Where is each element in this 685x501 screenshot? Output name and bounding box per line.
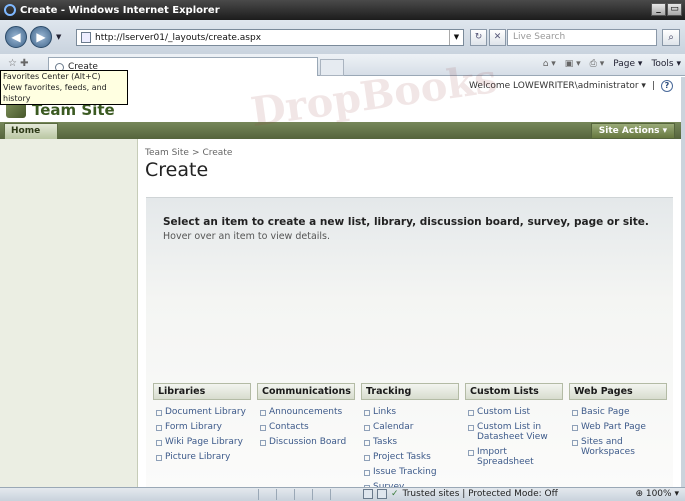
list-item[interactable]: Wiki Page Library — [153, 437, 251, 447]
address-field[interactable]: http://lserver01/_layouts/create.aspx ▼ — [76, 29, 464, 46]
favorites-tooltip: Favorites Center (Alt+C) View favorites,… — [0, 70, 128, 105]
protected-mode-icon — [377, 489, 387, 499]
address-url: http://lserver01/_layouts/create.aspx — [95, 32, 262, 43]
minimize-button[interactable]: _ — [651, 3, 666, 16]
breadcrumb-root[interactable]: Team Site — [145, 148, 189, 158]
list-item[interactable]: Form Library — [153, 422, 251, 432]
page-menu[interactable]: Page ▾ — [613, 59, 642, 69]
list-item[interactable]: Announcements — [257, 407, 355, 417]
list-item[interactable]: Project Tasks — [361, 452, 459, 462]
category-tracking: Tracking Links Calendar Tasks Project Ta… — [361, 383, 459, 497]
vertical-scrollbar[interactable] — [681, 77, 685, 487]
category-header: Web Pages — [569, 383, 667, 400]
list-item[interactable]: Sites and Workspaces — [569, 437, 667, 457]
restore-button[interactable]: ▭ — [667, 3, 682, 16]
category-communications: Communications Announcements Contacts Di… — [257, 383, 355, 497]
check-icon: ✓ — [391, 489, 399, 499]
welcome-separator: | — [651, 81, 655, 91]
category-web-pages: Web Pages Basic Page Web Part Page Sites… — [569, 383, 667, 497]
category-custom-lists: Custom Lists Custom List Custom List in … — [465, 383, 563, 497]
category-header: Libraries — [153, 383, 251, 400]
zoom-control[interactable]: ⊕ 100% ▾ — [635, 489, 679, 499]
zone-icon — [363, 489, 373, 499]
create-subheading: Hover over an item to view details. — [163, 231, 331, 242]
category-libraries: Libraries Document Library Form Library … — [153, 383, 251, 497]
security-zone-text[interactable]: Trusted sites | Protected Mode: Off — [403, 489, 558, 499]
refresh-icon[interactable]: ↻ — [470, 29, 487, 46]
sharepoint-page: Welcome LOWEWRITER\administrator ▾ | ? T… — [0, 77, 681, 492]
tooltip-line-2: View favorites, feeds, and history — [3, 83, 107, 103]
search-input[interactable]: Live Search — [507, 29, 657, 46]
category-columns: Libraries Document Library Form Library … — [153, 383, 668, 497]
list-item[interactable]: Tasks — [361, 437, 459, 447]
address-dropdown-icon[interactable]: ▼ — [449, 30, 463, 45]
address-bar-row: ◀ ▶ ▼ http://lserver01/_layouts/create.a… — [0, 20, 685, 54]
home-icon[interactable]: ⌂ ▾ — [543, 59, 556, 69]
breadcrumb-separator: > — [191, 148, 200, 158]
forward-button[interactable]: ▶ — [30, 26, 52, 48]
top-navigation: Home Site Actions ▾ — [0, 122, 681, 139]
list-item[interactable]: Picture Library — [153, 452, 251, 462]
tooltip-line-1: Favorites Center (Alt+C) — [3, 72, 101, 81]
zoom-level: 100% — [645, 489, 672, 499]
left-navigation — [0, 139, 138, 487]
breadcrumb: Team Site > Create — [145, 148, 232, 158]
create-panel: Select an item to create a new list, lib… — [146, 197, 673, 492]
category-header: Communications — [257, 383, 355, 400]
list-item[interactable]: Links — [361, 407, 459, 417]
feeds-icon[interactable]: ▣ ▾ — [565, 59, 581, 69]
site-actions-button[interactable]: Site Actions ▾ — [591, 123, 675, 139]
list-item[interactable]: Custom List — [465, 407, 563, 417]
search-icon[interactable]: ⌕ — [662, 29, 680, 46]
tools-menu[interactable]: Tools ▾ — [651, 59, 681, 69]
list-item[interactable]: Calendar — [361, 422, 459, 432]
status-cells — [258, 489, 348, 500]
print-icon[interactable]: ⎙ ▾ — [590, 59, 605, 69]
main-content: Team Site > Create Create Select an item t… — [138, 139, 681, 492]
zoom-dropdown-icon: ▾ — [674, 489, 679, 499]
list-item[interactable]: Discussion Board — [257, 437, 355, 447]
list-item[interactable]: Basic Page — [569, 407, 667, 417]
list-item[interactable]: Import Spreadsheet — [465, 447, 563, 467]
status-bar: ✓ Trusted sites | Protected Mode: Off ⊕ … — [0, 487, 685, 501]
back-button[interactable]: ◀ — [5, 26, 27, 48]
list-item[interactable]: Web Part Page — [569, 422, 667, 432]
favorites-star-icon[interactable]: ☆ ✚ — [8, 58, 29, 69]
list-item[interactable]: Custom List in Datasheet View — [465, 422, 563, 442]
list-item[interactable]: Document Library — [153, 407, 251, 417]
category-header: Custom Lists — [465, 383, 563, 400]
new-tab-button[interactable] — [320, 59, 344, 76]
window-title-bar: Create - Windows Internet Explorer _ ▭ — [0, 0, 685, 20]
create-heading: Select an item to create a new list, lib… — [163, 216, 649, 228]
help-icon[interactable]: ? — [661, 80, 673, 92]
category-header: Tracking — [361, 383, 459, 400]
page-title: Create — [145, 159, 209, 181]
history-dropdown-icon[interactable]: ▼ — [56, 33, 61, 41]
zoom-icon: ⊕ — [635, 489, 643, 499]
list-item[interactable]: Contacts — [257, 422, 355, 432]
list-item[interactable]: Issue Tracking — [361, 467, 459, 477]
stop-icon[interactable]: ✕ — [489, 29, 506, 46]
window-title: Create - Windows Internet Explorer — [20, 4, 220, 16]
welcome-menu[interactable]: Welcome LOWEWRITER\administrator ▾ — [469, 81, 646, 91]
page-icon — [81, 32, 91, 43]
ie-logo-icon — [4, 4, 16, 16]
tab-home[interactable]: Home — [4, 123, 58, 139]
breadcrumb-current: Create — [202, 148, 233, 158]
